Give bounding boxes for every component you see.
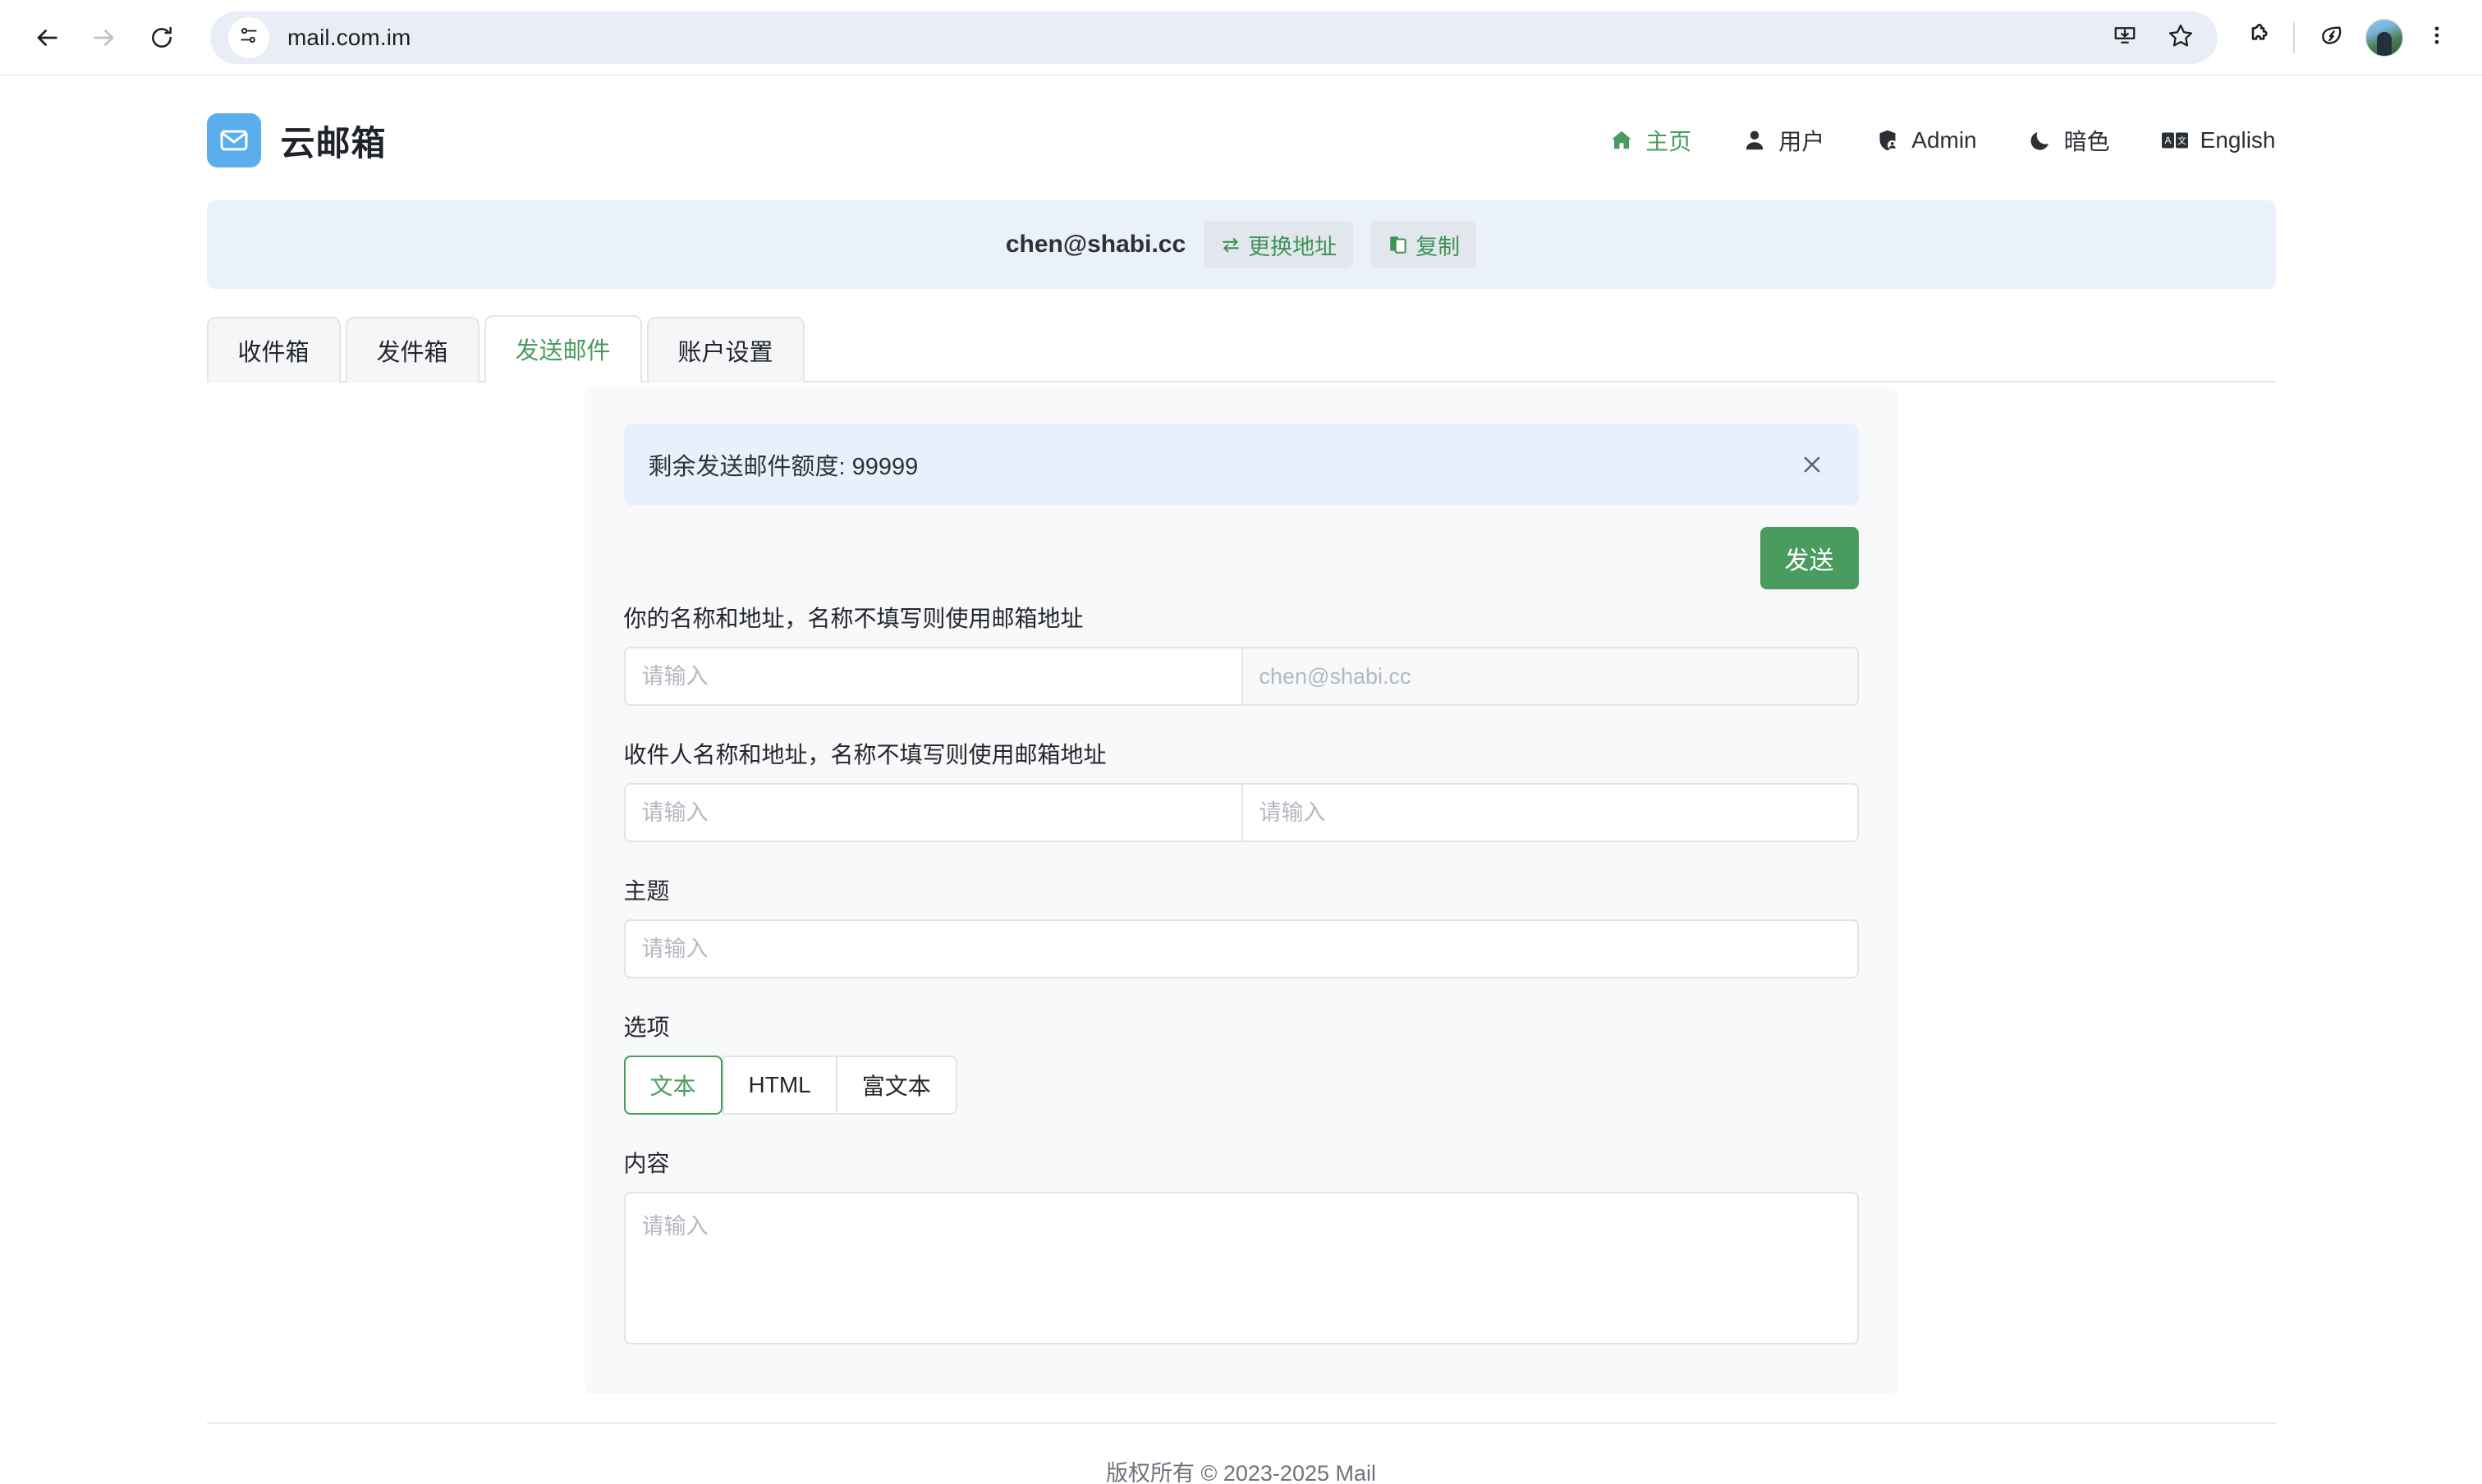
format-option-rich-text[interactable]: 富文本 — [835, 1056, 957, 1115]
copy-address-button[interactable]: 复制 — [1371, 221, 1477, 268]
install-app-icon — [2113, 23, 2137, 52]
toolbar-divider — [2293, 21, 2295, 53]
close-x-icon — [1800, 456, 1824, 479]
format-option-html[interactable]: HTML — [722, 1056, 836, 1115]
translate-icon: A文 — [2161, 130, 2189, 151]
forward-arrow-icon — [90, 24, 118, 52]
browser-right-buttons — [2232, 14, 2461, 62]
nav-item-home[interactable]: 主页 — [1609, 124, 1691, 157]
three-dot-menu-icon — [2425, 24, 2448, 51]
performance-leaf-icon — [2319, 22, 2345, 53]
send-button[interactable]: 发送 — [1759, 527, 1859, 589]
current-email-address: chen@shabi.cc — [1005, 231, 1186, 258]
tab-outbox[interactable]: 发件箱 — [345, 317, 479, 382]
tab-inbox[interactable]: 收件箱 — [206, 317, 341, 382]
change-address-button[interactable]: 更换地址 — [1204, 221, 1354, 268]
forward-button[interactable] — [79, 12, 130, 63]
sender-name-input[interactable] — [625, 648, 1241, 704]
sender-field-label: 你的名称和地址，名称不填写则使用邮箱地址 — [623, 606, 1084, 631]
nav-item-admin[interactable]: Admin — [1875, 127, 1977, 153]
nav-label-admin: Admin — [1911, 127, 1977, 153]
tab-account-settings[interactable]: 账户设置 — [646, 317, 805, 382]
recipient-name-input[interactable] — [625, 785, 1241, 840]
mail-logo-icon — [206, 113, 261, 167]
clipboard-copy-icon — [1388, 234, 1409, 255]
nav-label-language: English — [2200, 127, 2276, 153]
sender-address-input[interactable] — [1241, 648, 1857, 704]
svg-text:文: 文 — [2177, 135, 2186, 146]
content-textarea[interactable] — [623, 1192, 1859, 1344]
brand[interactable]: 云邮箱 — [206, 113, 387, 167]
address-banner: chen@shabi.cc 更换地址 复制 — [206, 200, 2276, 289]
nav-item-user[interactable]: 用户 — [1742, 124, 1824, 157]
browser-menu-button[interactable] — [2413, 14, 2461, 62]
copy-address-label: 复制 — [1415, 234, 1461, 259]
nav-label-user: 用户 — [1778, 129, 1825, 154]
user-icon — [1742, 128, 1767, 153]
recipient-field-label: 收件人名称和地址，名称不填写则使用邮箱地址 — [623, 742, 1107, 767]
extensions-button[interactable] — [2232, 14, 2280, 62]
app-nav: 主页 用户 Admin 暗色 A 文 English — [1609, 124, 2276, 157]
back-arrow-icon — [33, 24, 61, 52]
page-container: 云邮箱 主页 用户 Admin 暗色 A 文 English chen@shab… — [206, 76, 2276, 1484]
app-header: 云邮箱 主页 用户 Admin 暗色 A 文 English — [206, 76, 2276, 200]
star-bookmark-icon — [2168, 22, 2194, 53]
nav-label-dark-mode: 暗色 — [2063, 129, 2110, 154]
reload-button[interactable] — [136, 12, 187, 63]
shield-user-icon — [1875, 128, 1900, 153]
content-field-label: 内容 — [623, 1151, 670, 1176]
compose-card: 剩余发送邮件额度: 99999 发送 你的名称和地址，名称不填写则使用邮箱地址 … — [584, 387, 1898, 1395]
profile-avatar-icon — [2365, 18, 2403, 57]
mail-tabs: 收件箱 发件箱 发送邮件 账户设置 — [206, 314, 2276, 382]
nav-item-language[interactable]: A文 English — [2161, 127, 2276, 153]
quota-alert-text: 剩余发送邮件额度: 99999 — [648, 454, 919, 480]
profile-button[interactable] — [2360, 14, 2408, 62]
moon-icon — [2028, 128, 2053, 153]
change-address-label: 更换地址 — [1248, 234, 1337, 259]
sender-field-group — [623, 647, 1859, 706]
recipient-field-group — [623, 783, 1859, 842]
tab-send-mail[interactable]: 发送邮件 — [484, 315, 642, 382]
options-field-label: 选项 — [623, 1015, 670, 1040]
page-footer: 版权所有 © 2023-2025 Mail — [206, 1422, 2276, 1484]
subject-input[interactable] — [623, 919, 1859, 978]
omnibox-actions — [2103, 16, 2203, 60]
svg-text:A: A — [2164, 135, 2171, 146]
install-app-button[interactable] — [2103, 16, 2147, 60]
compose-card-wrapper: 剩余发送邮件额度: 99999 发送 你的名称和地址，名称不填写则使用邮箱地址 … — [207, 382, 2276, 1395]
browser-toolbar: mail.com.im — [0, 0, 2482, 76]
brand-name: 云邮箱 — [280, 123, 387, 163]
copyright-text: 版权所有 © 2023-2025 Mail — [1105, 1461, 1377, 1484]
browser-nav-buttons — [21, 12, 187, 63]
reload-icon — [149, 25, 175, 51]
extensions-puzzle-icon — [2243, 22, 2269, 53]
nav-item-dark-mode[interactable]: 暗色 — [2028, 124, 2110, 157]
swap-arrows-icon — [1220, 234, 1241, 255]
nav-label-home: 主页 — [1645, 129, 1692, 154]
address-bar[interactable]: mail.com.im — [210, 11, 2218, 64]
send-row: 发送 — [624, 527, 1859, 589]
quota-alert: 剩余发送邮件额度: 99999 — [623, 424, 1859, 506]
back-button[interactable] — [21, 12, 72, 63]
bookmark-button[interactable] — [2159, 16, 2203, 60]
quota-alert-close-button[interactable] — [1795, 447, 1829, 482]
content-format-group: 文本 HTML 富文本 — [623, 1056, 957, 1115]
home-icon — [1609, 128, 1634, 153]
site-settings-button[interactable] — [228, 16, 269, 58]
format-option-text[interactable]: 文本 — [623, 1056, 723, 1115]
subject-field-label: 主题 — [623, 878, 670, 904]
page-body: 云邮箱 主页 用户 Admin 暗色 A 文 English chen@shab… — [0, 76, 2482, 1484]
recipient-address-input[interactable] — [1241, 785, 1857, 840]
site-settings-icon — [238, 25, 259, 50]
url-text: mail.com.im — [287, 24, 411, 50]
performance-button[interactable] — [2308, 14, 2356, 62]
